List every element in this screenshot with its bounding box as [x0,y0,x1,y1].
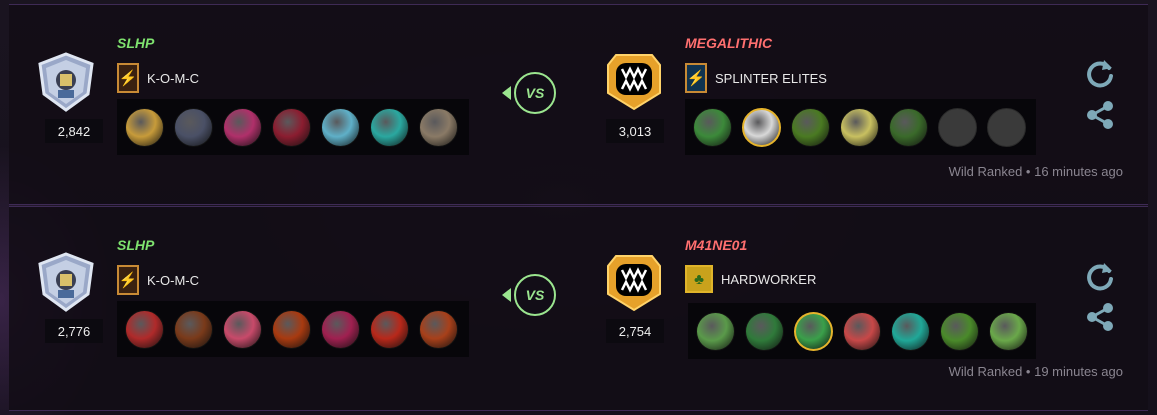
battle-meta: Wild Ranked • 16 minutes ago [949,164,1123,179]
guild-name: K-O-M-C [147,70,199,86]
monster-card[interactable] [272,107,311,147]
monster-card[interactable] [744,311,784,351]
monster-card[interactable] [321,107,360,147]
fanged-mouth-rank-icon [607,54,661,111]
monster-card[interactable] [125,107,164,147]
shield-rank-icon [38,252,94,312]
player-name[interactable]: SLHP [117,35,154,51]
monster-card[interactable] [891,311,931,351]
battle-time: 16 minutes ago [1034,164,1123,179]
monster-card[interactable] [989,311,1029,351]
player-guild[interactable]: ⚡ K-O-M-C [117,265,199,295]
shield-rank-icon [38,52,94,112]
battle-row[interactable]: 2,776 SLHP ⚡ K-O-M-C VS 2,754 M41NE01 ♣ … [9,206,1148,411]
monster-card[interactable] [940,311,980,351]
guild-name: SPLINTER ELITES [715,70,827,86]
guild-name: HARDWORKER [721,271,817,287]
monster-card[interactable] [223,309,262,349]
player-name[interactable]: SLHP [117,237,154,253]
battle-mode: Wild Ranked [948,164,1023,179]
monster-card[interactable] [125,309,164,349]
monster-card[interactable] [419,107,458,147]
monster-card[interactable] [696,311,735,351]
player-team [117,99,469,155]
lightning-icon: ⚡ [685,63,707,93]
replay-icon[interactable] [1084,259,1116,291]
battle-meta: Wild Ranked • 19 minutes ago [949,364,1123,379]
monster-card[interactable] [889,107,928,147]
separator: • [1022,164,1035,179]
lightning-icon: ⚡ [117,265,139,295]
player-team [117,301,469,357]
monster-card[interactable] [742,107,781,147]
replay-icon[interactable] [1084,56,1116,88]
monster-card[interactable] [272,309,311,349]
player-rating: 2,776 [45,319,103,343]
monster-card[interactable] [693,107,732,147]
lightning-icon: ⚡ [117,63,139,93]
share-icon[interactable] [1084,99,1116,131]
winner-arrow-icon [502,86,511,100]
monster-card[interactable] [419,309,458,349]
winner-arrow-icon [502,288,511,302]
fanged-mouth-rank-icon [607,255,661,312]
monster-card[interactable] [174,107,213,147]
monster-card[interactable] [842,311,882,351]
vs-badge: VS [514,274,556,316]
vs-badge: VS [514,72,556,114]
monster-card[interactable] [840,107,879,147]
opponent-rating: 3,013 [606,119,664,143]
opponent-guild[interactable]: ⚡ SPLINTER ELITES [685,63,827,93]
monster-card [987,107,1026,147]
opponent-name[interactable]: MEGALITHIC [685,35,772,51]
tree-icon: ♣ [685,265,713,293]
monster-card[interactable] [223,107,262,147]
guild-name: K-O-M-C [147,272,199,288]
monster-card[interactable] [321,309,360,349]
battle-time: 19 minutes ago [1034,364,1123,379]
monster-card[interactable] [370,107,409,147]
player-guild[interactable]: ⚡ K-O-M-C [117,63,199,93]
share-icon[interactable] [1084,301,1116,333]
battle-mode: Wild Ranked [948,364,1023,379]
monster-card[interactable] [370,309,409,349]
monster-card[interactable] [791,107,830,147]
monster-card[interactable] [793,311,833,351]
opponent-name[interactable]: M41NE01 [685,237,747,253]
opponent-rating: 2,754 [606,319,664,343]
separator: • [1022,364,1035,379]
battle-row[interactable]: 2,842 SLHP ⚡ K-O-M-C VS 3,013 MEGALITHIC… [9,4,1148,205]
monster-card[interactable] [174,309,213,349]
opponent-team [685,99,1036,155]
player-rating: 2,842 [45,119,103,143]
opponent-guild[interactable]: ♣ HARDWORKER [685,265,816,293]
opponent-team [688,303,1036,359]
monster-card [938,107,977,147]
